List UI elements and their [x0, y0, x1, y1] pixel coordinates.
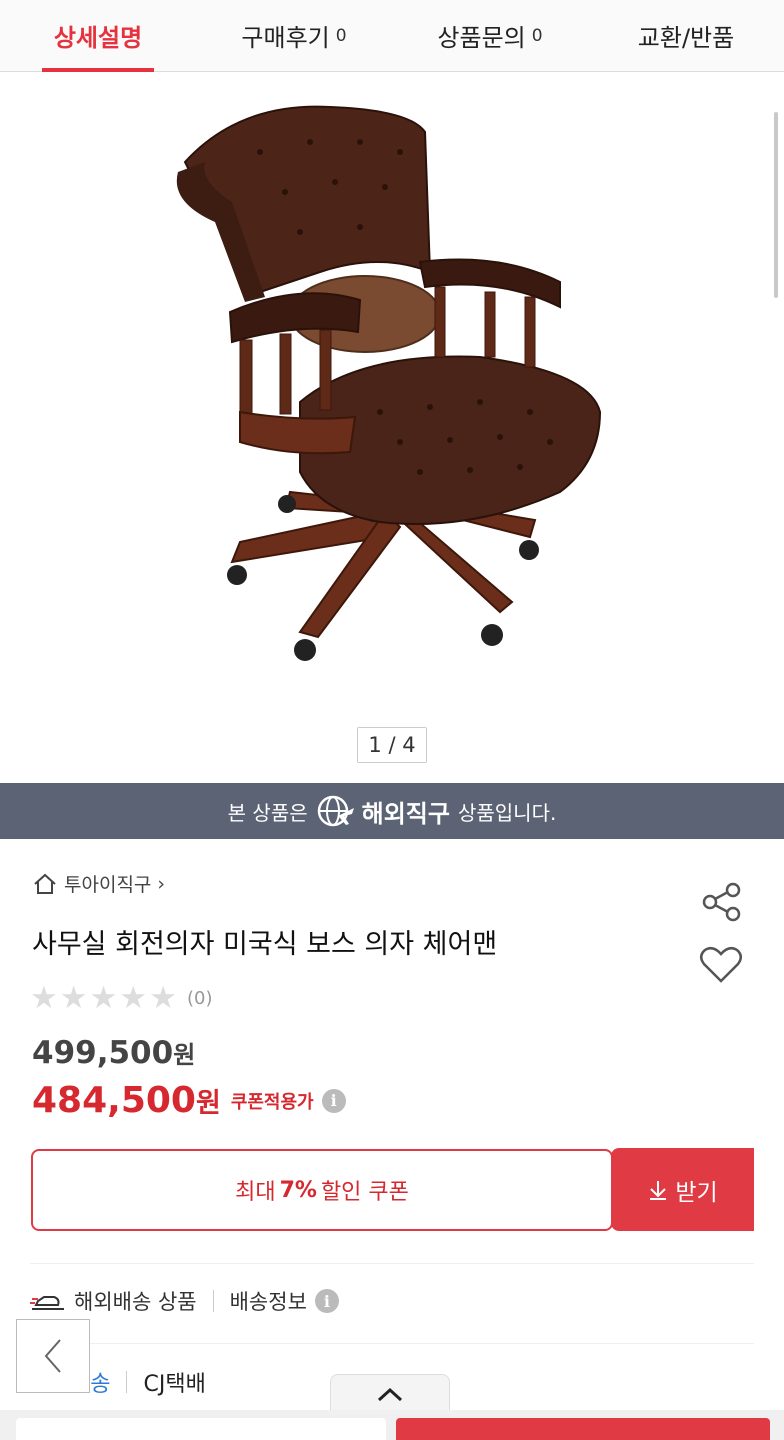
- info-icon[interactable]: i: [314, 1289, 339, 1313]
- info-icon[interactable]: i: [321, 1088, 346, 1113]
- coupon-download-button[interactable]: 받기: [611, 1148, 754, 1231]
- coupon-rate: 7%: [279, 1177, 317, 1203]
- gallery-pager: 1 / 4: [357, 727, 427, 763]
- bottom-left-button[interactable]: [16, 1418, 386, 1440]
- tab-label: 구매후기: [241, 24, 330, 52]
- coupon-price-label: 쿠폰적용가: [230, 1091, 314, 1113]
- ship-icon: [30, 1296, 64, 1310]
- globe-plane-icon: [317, 795, 354, 827]
- shipping-row: 해외배송 상품 배송정보 i: [30, 1286, 339, 1316]
- shipping-type: 해외배송 상품: [74, 1290, 197, 1314]
- delivery-carrier: CJ택배: [143, 1372, 206, 1397]
- store-name: 투아이직구: [64, 874, 152, 896]
- tab-label: 교환/반품: [637, 24, 735, 52]
- store-link[interactable]: 투아이직구 ›: [32, 870, 165, 897]
- sale-price: 484,500 원 쿠폰적용가 i: [32, 1080, 346, 1121]
- tab-count: 0: [531, 25, 543, 46]
- product-image[interactable]: [0, 72, 784, 712]
- sale-price-value: 484,500: [32, 1080, 196, 1121]
- rating-stars: ★ ★ ★ ★ ★ (0): [30, 983, 212, 1014]
- divider: [30, 1343, 754, 1344]
- star-icon: ★: [89, 980, 118, 1016]
- tab-bar: 상세설명 구매후기 0 상품문의 0 교환/반품: [0, 0, 784, 72]
- tab-inquiries[interactable]: 상품문의 0: [392, 0, 588, 71]
- share-button[interactable]: [700, 880, 744, 924]
- star-icon: ★: [149, 980, 177, 1016]
- tab-reviews[interactable]: 구매후기 0: [196, 0, 392, 71]
- star-icon: ★: [30, 980, 58, 1016]
- bottom-buy-button[interactable]: [396, 1418, 770, 1440]
- delivery-row: 배송 CJ택배: [70, 1366, 206, 1398]
- coupon-prefix: 최대: [235, 1180, 276, 1205]
- divider: [30, 1263, 754, 1264]
- coupon-suffix: 할인 쿠폰: [320, 1180, 409, 1205]
- product-title: 사무실 회전의자 미국식 보스 의자 체어맨: [32, 929, 498, 960]
- chair-illustration: [176, 105, 602, 661]
- separator: [126, 1371, 128, 1393]
- home-icon: [34, 873, 56, 894]
- review-count: (0): [186, 988, 213, 1009]
- coupon-button-label: 받기: [675, 1179, 718, 1206]
- chevron-left-icon: [44, 1339, 61, 1373]
- heart-icon: [700, 946, 742, 983]
- tab-exchange-return[interactable]: 교환/반품: [588, 0, 784, 71]
- banner-suffix: 상품입니다.: [457, 800, 557, 825]
- tab-label: 상품문의: [437, 24, 526, 52]
- chevron-up-icon: [377, 1387, 403, 1401]
- original-price: 499,500원: [32, 1035, 195, 1071]
- banner-prefix: 본 상품은: [227, 800, 308, 825]
- download-icon: [650, 1180, 667, 1200]
- currency-unit: 원: [173, 1041, 196, 1069]
- tab-label: 상세설명: [53, 24, 143, 52]
- chevron-right-icon: ›: [157, 872, 166, 895]
- share-icon: [702, 882, 741, 922]
- coupon-banner[interactable]: 최대 7% 할인 쿠폰: [31, 1149, 613, 1231]
- tab-description[interactable]: 상세설명: [0, 0, 196, 72]
- shipping-info-link[interactable]: 배송정보: [230, 1286, 307, 1316]
- overseas-direct-banner: 본 상품은 해외직구 상품입니다.: [0, 783, 784, 839]
- wishlist-button[interactable]: [698, 943, 744, 987]
- expand-up-button[interactable]: [330, 1374, 450, 1414]
- star-icon: ★: [119, 980, 148, 1016]
- original-price-value: 499,500: [32, 1035, 174, 1071]
- tab-count: 0: [335, 25, 347, 46]
- back-button[interactable]: [16, 1319, 90, 1393]
- banner-brand-text: 해외직구: [361, 799, 450, 828]
- star-icon: ★: [59, 980, 88, 1016]
- currency-unit: 원: [195, 1088, 221, 1119]
- banner-brand: 해외직구: [316, 794, 450, 829]
- separator: [212, 1290, 214, 1312]
